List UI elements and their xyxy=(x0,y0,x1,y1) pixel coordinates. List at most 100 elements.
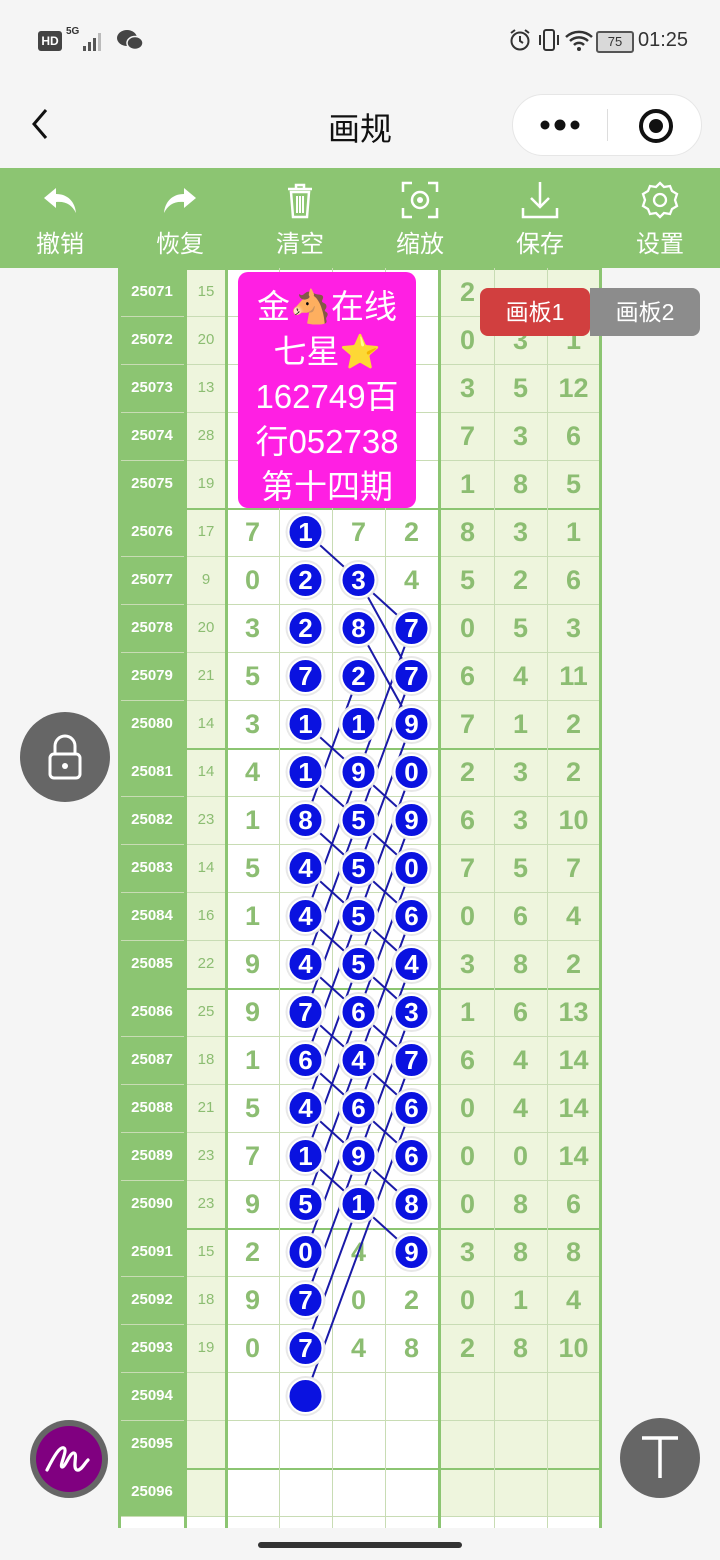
more-icon[interactable] xyxy=(539,115,581,135)
ball-digit: 9 xyxy=(404,709,418,739)
download-icon xyxy=(521,182,559,219)
drawn-ball: 9 xyxy=(338,752,379,792)
drawn-ball: 5 xyxy=(338,944,379,984)
trash-icon xyxy=(288,183,312,219)
drawn-ball: 0 xyxy=(391,752,432,792)
ball-digit: 1 xyxy=(351,1189,365,1219)
ball-digit: 4 xyxy=(298,853,313,883)
ball-digit: 1 xyxy=(298,757,312,787)
redo-icon xyxy=(164,188,196,213)
ball-digit: 8 xyxy=(351,613,365,643)
pen-icon xyxy=(45,1446,90,1472)
ball-digit: 2 xyxy=(298,613,312,643)
ball-digit: 3 xyxy=(351,565,365,595)
drawn-ball: 3 xyxy=(338,560,379,600)
signal-icon xyxy=(83,33,101,51)
tab-board-2[interactable]: 画板2 xyxy=(590,288,700,336)
drawn-ball: 6 xyxy=(391,1136,432,1176)
redo-button[interactable]: 恢复 xyxy=(120,168,240,268)
ball-digit: 2 xyxy=(298,565,312,595)
drawn-ball: 7 xyxy=(391,1040,432,1080)
ball-digit: 3 xyxy=(404,997,418,1027)
ball-digit: 2 xyxy=(351,661,365,691)
wechat-icon xyxy=(117,30,144,51)
drawn-ball: 5 xyxy=(338,896,379,936)
ball-digit: 7 xyxy=(298,661,312,691)
drawn-ball: 1 xyxy=(285,752,326,792)
clock: 01:25 xyxy=(638,29,689,51)
ball-digit: 7 xyxy=(298,1285,312,1315)
prediction-popup: 金🐴在线 七星⭐ 162749百 行052738 第十四期 xyxy=(238,272,416,508)
drawn-ball: 1 xyxy=(338,704,379,744)
settings-button[interactable]: 设置 xyxy=(600,168,720,268)
ball-digit: 5 xyxy=(351,901,365,931)
drawn-ball: 4 xyxy=(285,848,326,888)
drawn-ball: 1 xyxy=(285,704,326,744)
settings-label: 设置 xyxy=(636,231,684,258)
ball-digit: 0 xyxy=(404,853,418,883)
drawn-ball: 6 xyxy=(285,1040,326,1080)
clear-button[interactable]: 清空 xyxy=(240,168,360,268)
drawn-ball: 4 xyxy=(285,944,326,984)
drawn-ball: 5 xyxy=(338,848,379,888)
tab-board-1[interactable]: 画板1 xyxy=(480,288,590,336)
ball-digit: 8 xyxy=(404,1189,418,1219)
ball-digit: 6 xyxy=(404,1141,418,1171)
ball-digit: 6 xyxy=(404,1093,418,1123)
ball-digit: 7 xyxy=(298,1333,312,1363)
drawn-ball: 3 xyxy=(391,992,432,1032)
clear-label: 清空 xyxy=(276,231,324,258)
save-label: 保存 xyxy=(516,231,564,258)
ball-digit: 9 xyxy=(351,1141,365,1171)
redo-label: 恢复 xyxy=(156,231,204,258)
toolbar: 撤销 恢复 清空 缩放 保存 设置 xyxy=(0,168,720,268)
drawn-ball: 7 xyxy=(391,656,432,696)
ball-digit: 5 xyxy=(351,949,365,979)
popup-line: 七星⭐ xyxy=(273,333,381,370)
home-indicator xyxy=(258,1542,462,1548)
ball-digit: 4 xyxy=(351,1045,366,1075)
lock-icon xyxy=(48,734,82,780)
ball-digit: 1 xyxy=(298,709,312,739)
lock-button[interactable] xyxy=(20,712,110,802)
ball-digit: 4 xyxy=(298,901,313,931)
popup-line: 第十四期 xyxy=(261,468,393,505)
pen-button-inner xyxy=(36,1426,102,1492)
ball-digit: 5 xyxy=(298,1189,312,1219)
status-bar: HD 5G 75 01:25 xyxy=(0,0,720,80)
ball-digit: 5 xyxy=(351,805,365,835)
zoom-button[interactable]: 缩放 xyxy=(360,168,480,268)
ball-digit: 4 xyxy=(298,1093,313,1123)
ball-digit: 1 xyxy=(351,709,365,739)
undo-button[interactable]: 撤销 xyxy=(0,168,120,268)
drawn-ball: 6 xyxy=(391,896,432,936)
drawn-ball: 4 xyxy=(285,1088,326,1128)
ball-digit: 6 xyxy=(351,997,365,1027)
drawn-ball: 5 xyxy=(338,800,379,840)
drawn-ball xyxy=(285,1376,326,1416)
text-icon xyxy=(642,1436,678,1478)
ball-digit: 7 xyxy=(404,1045,418,1075)
ball-digit: 0 xyxy=(298,1237,312,1267)
drawn-ball: 8 xyxy=(338,608,379,648)
close-miniprogram-icon[interactable] xyxy=(637,107,675,145)
ball-digit: 6 xyxy=(404,901,418,931)
drawn-ball: 7 xyxy=(391,608,432,648)
ball-digit: 5 xyxy=(351,853,365,883)
save-button[interactable]: 保存 xyxy=(480,168,600,268)
drawn-ball: 0 xyxy=(285,1232,326,1272)
drawn-ball: 4 xyxy=(338,1040,379,1080)
drawn-ball: 7 xyxy=(285,656,326,696)
ball-digit: 9 xyxy=(404,1237,418,1267)
drawn-ball: 4 xyxy=(285,896,326,936)
wifi-icon xyxy=(565,30,593,51)
text-tool-button[interactable] xyxy=(620,1418,700,1498)
ball-digit: 9 xyxy=(351,757,365,787)
drawn-ball: 8 xyxy=(285,800,326,840)
ball xyxy=(287,1378,324,1414)
undo-icon xyxy=(44,188,76,213)
drawn-ball: 0 xyxy=(391,848,432,888)
ball-digit: 7 xyxy=(404,613,418,643)
hd-badge: HD xyxy=(38,31,62,51)
popup-line: 金🐴在线 xyxy=(256,288,398,325)
